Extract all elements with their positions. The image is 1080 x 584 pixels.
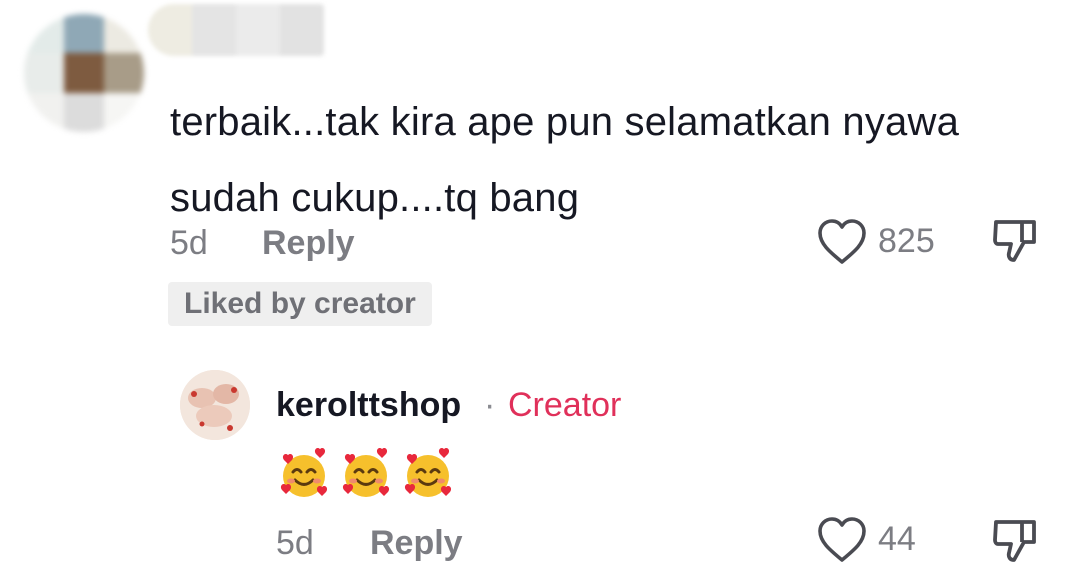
reply-dislike-button[interactable] (990, 516, 1042, 566)
thumbs-down-icon (993, 520, 1036, 562)
liked-by-creator-badge: Liked by creator (168, 282, 432, 326)
reply-like-button[interactable] (816, 516, 868, 564)
smiling-face-with-hearts-icon (404, 447, 452, 497)
reply-timestamp: 5d (276, 524, 314, 562)
hands-photo-icon (180, 370, 250, 440)
username-separator: · (484, 386, 496, 424)
comment-like-count: 825 (878, 222, 935, 260)
smiling-face-with-hearts-icon (280, 447, 328, 497)
heart-outline-icon (818, 517, 866, 562)
reply-emoji-content (276, 446, 456, 502)
reply-reply-button[interactable]: Reply (370, 524, 463, 563)
comment-like-button[interactable] (816, 218, 868, 266)
thumbs-down-icon (993, 220, 1036, 262)
reply-like-count: 44 (878, 520, 916, 558)
commenter-avatar[interactable] (24, 14, 144, 132)
comment-reply-button[interactable]: Reply (262, 224, 355, 263)
reply-avatar[interactable] (180, 370, 250, 440)
comment-dislike-button[interactable] (990, 216, 1042, 266)
smiling-face-with-hearts-icon (342, 447, 390, 497)
commenter-name-redacted (148, 4, 324, 56)
comment-text: terbaik...tak kira ape pun selamatkan ny… (170, 100, 960, 220)
heart-outline-icon (818, 219, 866, 264)
comment-timestamp: 5d (170, 224, 208, 262)
creator-label: Creator (508, 386, 622, 424)
reply-username[interactable]: kerolttshop (276, 386, 461, 425)
